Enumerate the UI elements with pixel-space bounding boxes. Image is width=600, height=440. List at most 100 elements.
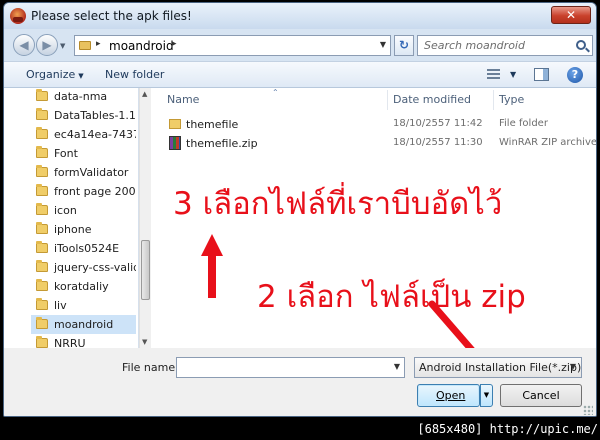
folder-icon <box>36 165 48 177</box>
title-bar: Please select the apk files! ✕ <box>4 3 596 29</box>
view-options-icon[interactable] <box>487 69 500 81</box>
command-toolbar: Organize ▼ New folder ▼ ? <box>4 61 596 88</box>
sidebar-item-label: moandroid <box>54 318 114 331</box>
sidebar-item-label: koratdaliy <box>54 280 109 293</box>
cancel-button[interactable]: Cancel <box>500 384 582 407</box>
sidebar-item-nrru[interactable]: NRRU <box>31 334 136 348</box>
folder-icon <box>36 317 48 329</box>
file-dialog: Please select the apk files! ✕ ◀ ▶ ▼ ▸ m… <box>3 2 597 417</box>
folder-icon <box>36 127 48 139</box>
chevron-down-icon[interactable]: ▼ <box>394 362 400 371</box>
file-row[interactable]: themefile.zip 18/10/2557 11:30 WinRAR ZIP … <box>152 134 596 153</box>
sidebar-item-label: Font <box>54 147 78 160</box>
preview-pane-icon[interactable] <box>534 68 549 81</box>
folder-icon <box>36 241 48 253</box>
folder-icon <box>36 279 48 291</box>
back-icon[interactable]: ◀ <box>13 34 35 56</box>
open-label: Open <box>436 389 466 402</box>
app-icon <box>10 8 26 24</box>
arrow-up-annotation <box>201 234 223 298</box>
folder-icon <box>36 184 48 196</box>
sidebar-item-front-page-2007[interactable]: front page 2007 <box>31 182 136 201</box>
chevron-down-icon: ▼ <box>569 362 576 371</box>
folder-icon <box>36 222 48 234</box>
sort-ascending-icon: ⌃ <box>272 88 279 97</box>
column-header-type[interactable]: Type <box>499 93 524 106</box>
sidebar-item-label: iTools0524E <box>54 242 120 255</box>
column-header-name[interactable]: Name <box>167 93 199 106</box>
refresh-button[interactable]: ↻ <box>394 35 414 56</box>
sidebar-item-label: ec4a14ea-7437-40 <box>54 128 136 141</box>
sidebar-item-koratdaliy[interactable]: koratdaliy <box>31 277 136 296</box>
file-name: themefile <box>186 118 239 131</box>
column-header-date[interactable]: Date modified <box>393 93 471 106</box>
folder-icon <box>36 108 48 120</box>
navigation-bar: ◀ ▶ ▼ ▸ moandroid ▸ ▼ ↻ Search moandroid <box>4 29 596 61</box>
file-type-value: Android Installation File(*.zip) <box>419 361 582 374</box>
help-icon[interactable]: ? <box>567 67 583 83</box>
file-name: themefile.zip <box>186 137 258 150</box>
organize-menu[interactable]: Organize ▼ <box>26 68 84 81</box>
folder-icon <box>36 336 48 348</box>
forward-icon[interactable]: ▶ <box>36 34 58 56</box>
scrollbar-thumb[interactable] <box>141 240 150 300</box>
cancel-label: Cancel <box>522 389 560 402</box>
sidebar-scrollbar[interactable]: ▲ ▼ <box>139 88 151 348</box>
sidebar-item-formvalidator[interactable]: formValidator <box>31 163 136 182</box>
view-chevron-icon[interactable]: ▼ <box>510 70 516 79</box>
sidebar-item-label: front page 2007 <box>54 185 136 198</box>
sidebar-item-data-nma[interactable]: data-nma <box>31 88 136 106</box>
scroll-up-icon[interactable]: ▲ <box>142 90 147 98</box>
new-folder-button[interactable]: New folder <box>105 68 164 81</box>
column-divider[interactable] <box>493 90 494 110</box>
window-title: Please select the apk files! <box>31 9 192 23</box>
sidebar-item-label: formValidator <box>54 166 129 179</box>
dialog-footer: File name: ▼ Android Installation File(*… <box>4 348 596 416</box>
path-separator-icon[interactable]: ▸ <box>172 39 177 49</box>
sidebar-item-itools0524e[interactable]: iTools0524E <box>31 239 136 258</box>
sidebar-item-ec4a14ea-7437-40[interactable]: ec4a14ea-7437-40 <box>31 125 136 144</box>
file-type-select[interactable]: Android Installation File(*.zip) ▼ <box>414 357 582 378</box>
sidebar-item-iphone[interactable]: iphone <box>31 220 136 239</box>
sidebar-item-label: jquery-css-validat <box>54 261 136 274</box>
file-type: File folder <box>499 118 548 129</box>
folder-icon <box>36 203 48 215</box>
path-separator-icon[interactable]: ▸ <box>96 39 101 49</box>
folder-icon <box>169 119 181 129</box>
sidebar-item-label: data-nma <box>54 90 108 103</box>
sidebar-item-font[interactable]: Font <box>31 144 136 163</box>
address-bar[interactable]: ▸ moandroid ▸ ▼ <box>74 35 391 56</box>
folder-icon <box>79 41 91 50</box>
navigation-pane: data-nma DataTables-1.10.0 ec4a14ea-7437-4… <box>31 88 139 348</box>
recent-pages-chevron-icon[interactable]: ▼ <box>60 42 65 50</box>
folder-icon <box>36 298 48 310</box>
open-button[interactable]: Open <box>417 384 480 407</box>
sidebar-item-liv[interactable]: liv <box>31 296 136 315</box>
file-date: 18/10/2557 11:42 <box>393 118 483 129</box>
breadcrumb-moandroid[interactable]: moandroid <box>109 39 174 53</box>
sidebar-item-datatables-1-10-0[interactable]: DataTables-1.10.0 <box>31 106 136 125</box>
sidebar-item-label: iphone <box>54 223 92 236</box>
search-input[interactable]: Search moandroid <box>417 35 593 56</box>
sidebar-item-jquery-css-validat[interactable]: jquery-css-validat <box>31 258 136 277</box>
sidebar-item-moandroid[interactable]: moandroid <box>31 315 136 334</box>
open-options-chevron-icon[interactable]: ▼ <box>480 384 493 407</box>
sidebar-item-label: liv <box>54 299 67 312</box>
file-name-field[interactable]: ▼ <box>176 357 405 378</box>
search-placeholder: Search moandroid <box>424 39 525 52</box>
file-row[interactable]: themefile 18/10/2557 11:42 File folder <box>152 115 596 134</box>
folder-icon <box>36 146 48 158</box>
scroll-down-icon[interactable]: ▼ <box>142 338 147 346</box>
folder-icon <box>36 89 48 101</box>
search-icon[interactable] <box>576 40 586 50</box>
file-type: WinRAR ZIP archive <box>499 137 597 148</box>
column-divider[interactable] <box>387 90 388 110</box>
browser-area: data-nma DataTables-1.10.0 ec4a14ea-7437-4… <box>4 88 596 382</box>
close-button[interactable]: ✕ <box>551 6 591 24</box>
folder-icon <box>36 260 48 272</box>
address-history-chevron-icon[interactable]: ▼ <box>380 40 386 49</box>
sidebar-item-label: DataTables-1.10.0 <box>54 109 136 122</box>
resize-grip-icon[interactable] <box>583 405 593 415</box>
sidebar-item-icon[interactable]: icon <box>31 201 136 220</box>
sidebar-item-label: NRRU <box>54 337 86 348</box>
